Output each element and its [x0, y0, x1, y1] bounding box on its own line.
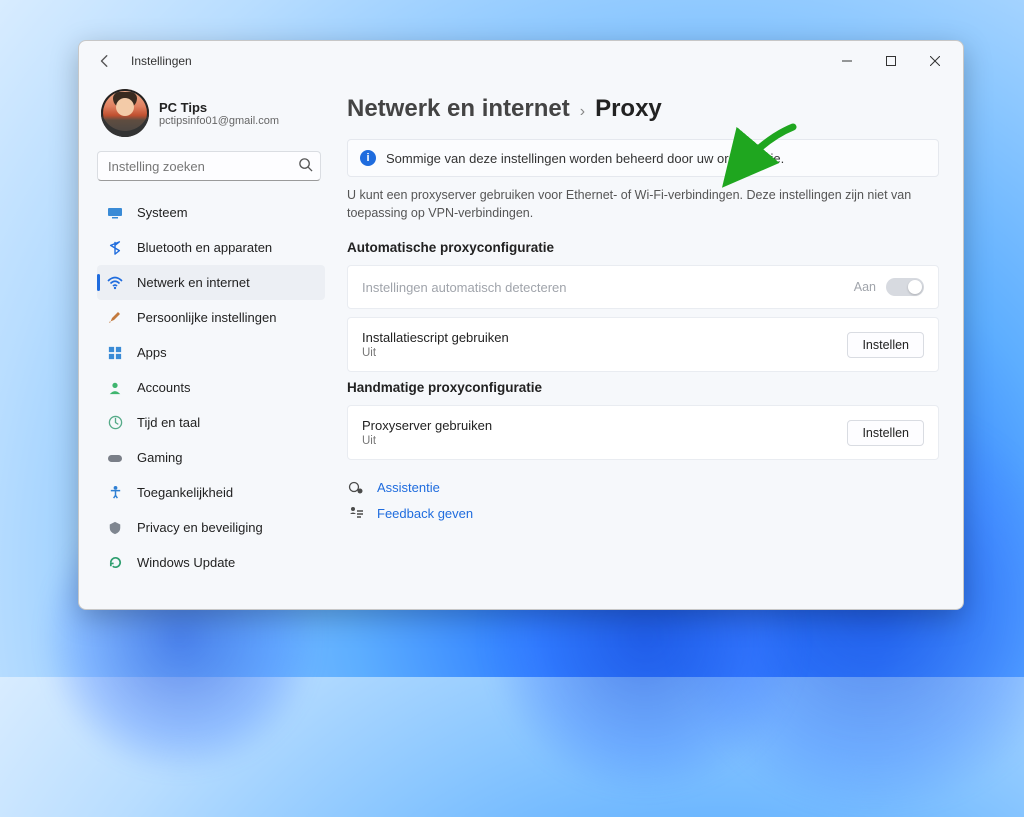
sidebar-item-network[interactable]: Netwerk en internet [97, 265, 325, 300]
monitor-icon [107, 205, 123, 221]
sidebar-item-apps[interactable]: Apps [97, 335, 325, 370]
sidebar: PC Tips pctipsinfo01@gmail.com Systeem B… [79, 81, 337, 609]
section-manual-heading: Handmatige proxyconfiguratie [347, 380, 939, 395]
back-button[interactable] [93, 49, 117, 73]
sidebar-item-label: Netwerk en internet [137, 275, 250, 290]
sidebar-item-label: Accounts [137, 380, 190, 395]
feedback-icon [347, 505, 365, 521]
sidebar-item-label: Persoonlijke instellingen [137, 310, 276, 325]
feedback-label: Feedback geven [377, 506, 473, 521]
sidebar-item-label: Apps [137, 345, 167, 360]
settings-window: Instellingen PC Tips pctipsinfo01@gmail.… [78, 40, 964, 610]
apps-icon [107, 345, 123, 361]
sidebar-item-label: Toegankelijkheid [137, 485, 233, 500]
avatar [101, 89, 149, 137]
sidebar-item-privacy[interactable]: Privacy en beveiliging [97, 510, 325, 545]
search-input[interactable] [97, 151, 321, 181]
page-title: Proxy [595, 95, 662, 123]
sidebar-item-bluetooth[interactable]: Bluetooth en apparaten [97, 230, 325, 265]
titlebar: Instellingen [79, 41, 963, 81]
assist-label: Assistentie [377, 480, 440, 495]
proxy-server-state: Uit [362, 435, 492, 447]
breadcrumb-parent[interactable]: Netwerk en internet [347, 95, 570, 123]
sidebar-item-accounts[interactable]: Accounts [97, 370, 325, 405]
sidebar-item-system[interactable]: Systeem [97, 195, 325, 230]
assist-icon [347, 479, 365, 495]
sidebar-item-time-language[interactable]: Tijd en taal [97, 405, 325, 440]
setup-script-state: Uit [362, 347, 509, 359]
switch-icon [886, 278, 924, 296]
sidebar-item-label: Windows Update [137, 555, 235, 570]
auto-detect-card: Instellingen automatisch detecteren Aan [347, 265, 939, 309]
close-button[interactable] [913, 46, 957, 76]
profile-name: PC Tips [159, 100, 279, 115]
profile-block[interactable]: PC Tips pctipsinfo01@gmail.com [97, 81, 325, 151]
sidebar-item-label: Tijd en taal [137, 415, 200, 430]
content-area: Netwerk en internet › Proxy i Sommige va… [337, 81, 963, 609]
org-managed-banner: i Sommige van deze instellingen worden b… [347, 139, 939, 177]
feedback-link[interactable]: Feedback geven [347, 500, 939, 526]
setup-script-card: Installatiescript gebruiken Uit Instelle… [347, 317, 939, 372]
sidebar-item-label: Systeem [137, 205, 188, 220]
sidebar-item-accessibility[interactable]: Toegankelijkheid [97, 475, 325, 510]
wifi-icon [107, 275, 123, 291]
bluetooth-icon [107, 240, 123, 256]
accessibility-icon [107, 485, 123, 501]
app-title: Instellingen [131, 54, 192, 68]
search-box[interactable] [97, 151, 321, 181]
nav-list: Systeem Bluetooth en apparaten Netwerk e… [97, 195, 325, 580]
info-icon: i [360, 150, 376, 166]
chevron-right-icon: › [580, 103, 585, 121]
breadcrumb: Netwerk en internet › Proxy [347, 95, 939, 123]
shield-icon [107, 520, 123, 536]
auto-detect-toggle: Aan [854, 278, 924, 296]
auto-detect-title: Instellingen automatisch detecteren [362, 280, 567, 295]
assist-link[interactable]: Assistentie [347, 474, 939, 500]
proxy-server-button[interactable]: Instellen [847, 420, 924, 446]
section-auto-heading: Automatische proxyconfiguratie [347, 240, 939, 255]
toggle-state-label: Aan [854, 280, 876, 294]
sidebar-item-label: Bluetooth en apparaten [137, 240, 272, 255]
person-icon [107, 380, 123, 396]
sidebar-item-windows-update[interactable]: Windows Update [97, 545, 325, 580]
gaming-icon [107, 450, 123, 466]
update-icon [107, 555, 123, 571]
maximize-button[interactable] [869, 46, 913, 76]
banner-text: Sommige van deze instellingen worden beh… [386, 151, 784, 166]
page-description: U kunt een proxyserver gebruiken voor Et… [347, 187, 939, 222]
globe-clock-icon [107, 415, 123, 431]
proxy-server-card: Proxyserver gebruiken Uit Instellen [347, 405, 939, 460]
brush-icon [107, 310, 123, 326]
proxy-server-title: Proxyserver gebruiken [362, 418, 492, 433]
sidebar-item-personalization[interactable]: Persoonlijke instellingen [97, 300, 325, 335]
minimize-button[interactable] [825, 46, 869, 76]
search-icon [298, 157, 313, 177]
setup-script-title: Installatiescript gebruiken [362, 330, 509, 345]
setup-script-button[interactable]: Instellen [847, 332, 924, 358]
sidebar-item-label: Gaming [137, 450, 183, 465]
profile-email: pctipsinfo01@gmail.com [159, 115, 279, 127]
sidebar-item-gaming[interactable]: Gaming [97, 440, 325, 475]
sidebar-item-label: Privacy en beveiliging [137, 520, 263, 535]
